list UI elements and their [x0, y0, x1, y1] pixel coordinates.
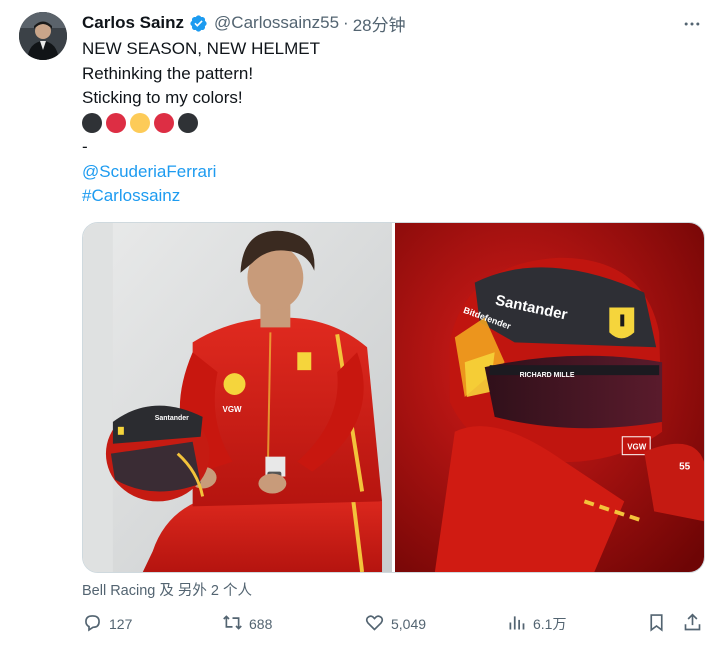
share-icon[interactable] [682, 612, 703, 633]
reply-count: 127 [109, 616, 133, 632]
red-circle-icon [106, 112, 126, 133]
views-button[interactable]: 6.1万 [506, 612, 566, 636]
bookmark-icon[interactable] [646, 612, 667, 633]
action-bar: 127 688 5,049 6.1万 [82, 612, 707, 638]
yellow-circle-icon [130, 112, 150, 133]
views-count: 6.1万 [533, 616, 567, 632]
tweet-text: NEW SEASON, NEW HELMET Rethinking the pa… [82, 37, 320, 209]
right-photo-text-vgw: VGW [627, 443, 647, 452]
reply-icon [82, 612, 103, 636]
tweet-line-1: NEW SEASON, NEW HELMET [82, 39, 321, 58]
right-photo-text-number: 55 [679, 462, 691, 473]
more-icon[interactable] [680, 12, 704, 36]
retweet-icon [222, 612, 243, 636]
tweet-line-3: Sticking to my colors! [82, 88, 243, 107]
black-circle-icon [178, 112, 198, 133]
verified-badge-icon [189, 14, 208, 33]
black-circle-icon [82, 112, 102, 133]
author-handle[interactable]: @Carlossainz55 [214, 13, 339, 33]
left-photo-logo-santander: Santander [155, 415, 189, 422]
red-circle-icon [154, 112, 174, 133]
dash-line: - [82, 137, 88, 156]
left-photo-logo-vgw: VGW [223, 405, 243, 414]
hashtag-link[interactable]: #Carlossainz [82, 184, 320, 209]
like-button[interactable]: 5,049 [364, 612, 426, 636]
like-icon [364, 612, 385, 636]
photo-driver-with-helmet[interactable]: VGW Santander [83, 223, 392, 572]
timestamp[interactable]: 28分钟 [353, 11, 406, 36]
tweet-header: Carlos Sainz @Carlossainz55 · 28分钟 [82, 11, 406, 36]
media-grid: VGW Santander RICHARD MILLE Santander Bi… [82, 222, 705, 573]
views-icon [506, 612, 527, 636]
color-circles-emoji [82, 111, 320, 136]
photo-helmet-closeup[interactable]: RICHARD MILLE Santander Bitdefender VGW … [395, 223, 704, 572]
right-photo-text-richard-mille: RICHARD MILLE [520, 372, 575, 379]
retweet-button[interactable]: 688 [222, 612, 272, 636]
retweet-count: 688 [249, 616, 273, 632]
separator: · [343, 13, 349, 32]
reply-button[interactable]: 127 [82, 612, 132, 636]
mention-link[interactable]: @ScuderiaFerrari [82, 160, 320, 185]
tweet-line-2: Rethinking the pattern! [82, 63, 254, 83]
like-count: 5,049 [391, 616, 427, 632]
tagged-users[interactable]: Bell Racing 及 另外 2 个人 [82, 579, 252, 600]
author-name[interactable]: Carlos Sainz [82, 13, 184, 33]
avatar[interactable] [19, 12, 67, 60]
